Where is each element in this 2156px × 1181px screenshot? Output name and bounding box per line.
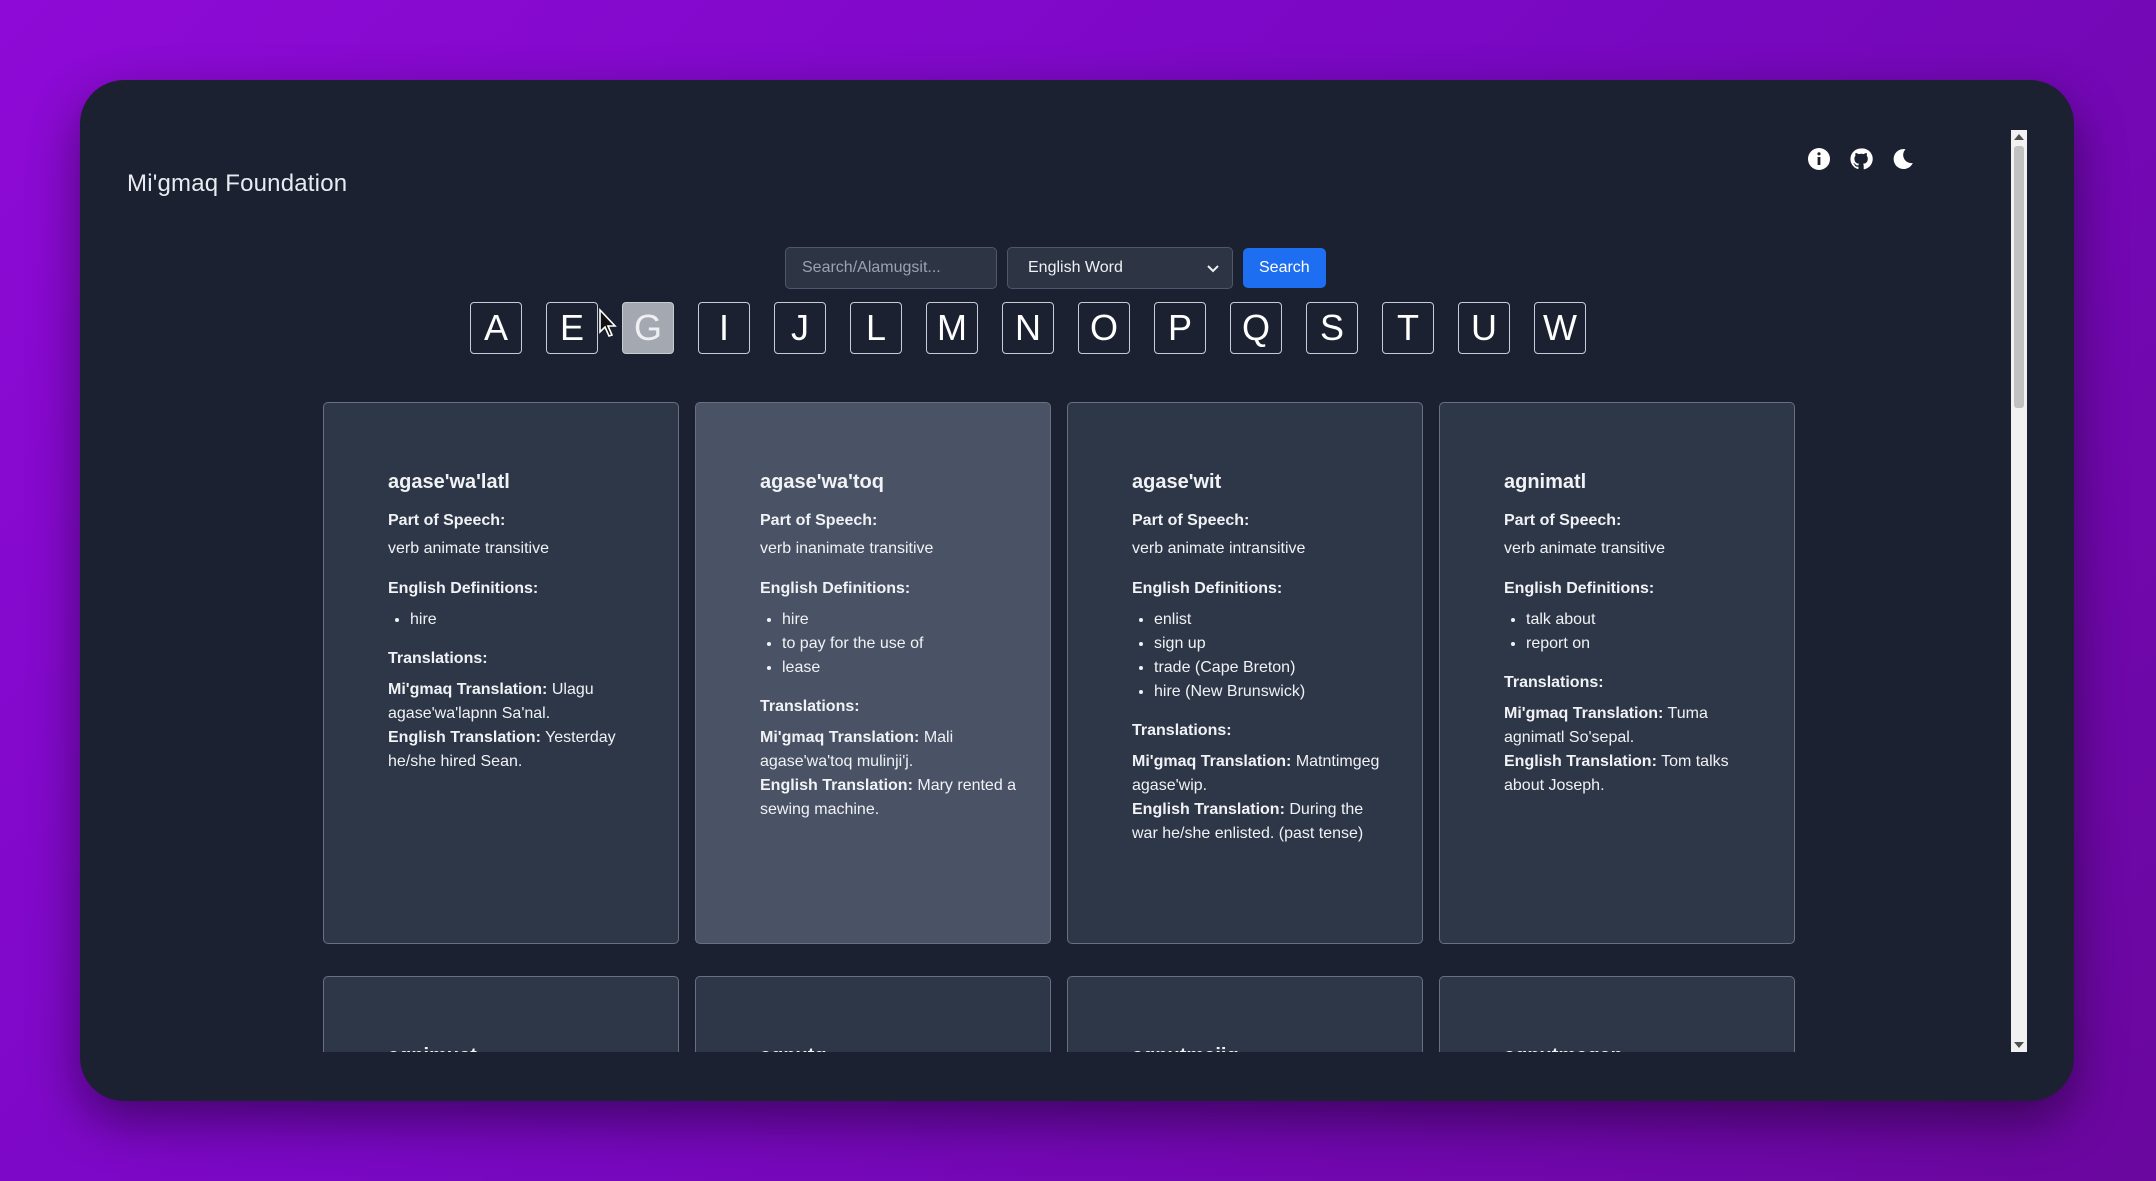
def-item: hire (New Brunswick) — [1154, 680, 1392, 704]
letter-button-o[interactable]: O — [1078, 302, 1130, 354]
letter-button-j[interactable]: J — [774, 302, 826, 354]
card-word: agase'wit — [1132, 471, 1222, 493]
defs-label: English Definitions: — [1132, 580, 1283, 597]
brand-title[interactable]: Mi'gmaq Foundation — [127, 170, 347, 198]
letter-button-w[interactable]: W — [1534, 302, 1586, 354]
def-item: report on — [1526, 632, 1764, 656]
def-item: to pay for the use of — [782, 632, 1020, 656]
english-label: English Translation: — [388, 729, 541, 746]
mouse-cursor-icon — [598, 307, 618, 343]
migmaq-label: Mi'gmaq Translation: — [1132, 753, 1292, 770]
page-viewport: Mi'gmaq Foundation English Word Search — [80, 130, 2010, 1052]
defs-list: hire to pay for the use of lease — [760, 608, 1020, 680]
search-input[interactable] — [785, 247, 997, 289]
translation-block: Mi'gmaq Translation: Ulagu agase'wa'lapn… — [388, 678, 648, 774]
letter-button-m[interactable]: M — [926, 302, 978, 354]
translations-label: Translations: — [760, 698, 860, 715]
letter-button-g[interactable]: G — [622, 302, 674, 354]
word-card[interactable]: agnutmajig — [1067, 976, 1423, 1052]
pos-value: verb inanimate transitive — [760, 540, 934, 557]
app-window: Mi'gmaq Foundation English Word Search — [80, 80, 2074, 1101]
letter-button-t[interactable]: T — [1382, 302, 1434, 354]
def-item: trade (Cape Breton) — [1154, 656, 1392, 680]
letter-button-p[interactable]: P — [1154, 302, 1206, 354]
defs-list: enlist sign up trade (Cape Breton) hire … — [1132, 608, 1392, 704]
word-card[interactable]: agnutg — [695, 976, 1051, 1052]
def-item: lease — [782, 656, 1020, 680]
letter-button-e[interactable]: E — [546, 302, 598, 354]
letter-button-u[interactable]: U — [1458, 302, 1510, 354]
alphabet-filter: A E G I J L M N O P Q S T U W — [470, 302, 1586, 354]
card-word: agase'wa'latl — [388, 471, 510, 493]
pos-value: verb animate transitive — [388, 540, 549, 557]
chevron-down-icon — [1206, 261, 1220, 280]
pos-value: verb animate transitive — [1504, 540, 1665, 557]
def-item: hire — [410, 608, 648, 632]
letter-button-l[interactable]: L — [850, 302, 902, 354]
letter-button-a[interactable]: A — [470, 302, 522, 354]
defs-label: English Definitions: — [388, 580, 539, 597]
info-icon[interactable] — [1806, 146, 1832, 172]
word-card[interactable]: agase'wa'toq Part of Speech: verb inanim… — [695, 402, 1051, 944]
word-card[interactable]: agnutmaqan — [1439, 976, 1795, 1052]
defs-list: hire — [388, 608, 648, 632]
card-word: agase'wa'toq — [760, 471, 884, 493]
letter-button-i[interactable]: I — [698, 302, 750, 354]
english-label: English Translation: — [760, 777, 913, 794]
pos-label: Part of Speech: — [388, 512, 506, 529]
translations-label: Translations: — [388, 650, 488, 667]
translation-block: Mi'gmaq Translation: Matntimgeg agase'wi… — [1132, 750, 1392, 846]
search-bar: English Word Search — [785, 247, 1326, 289]
migmaq-label: Mi'gmaq Translation: — [388, 681, 548, 698]
moon-icon[interactable] — [1890, 146, 1916, 172]
migmaq-label: Mi'gmaq Translation: — [1504, 705, 1664, 722]
migmaq-label: Mi'gmaq Translation: — [760, 729, 920, 746]
vertical-scrollbar[interactable] — [2011, 130, 2027, 1052]
translation-block: Mi'gmaq Translation: Mali agase'wa'toq m… — [760, 726, 1020, 822]
scrollbar-thumb[interactable] — [2014, 146, 2024, 408]
search-button[interactable]: Search — [1243, 248, 1326, 288]
pos-value: verb animate intransitive — [1132, 540, 1306, 557]
card-word: agnimatl — [1504, 471, 1587, 493]
defs-label: English Definitions: — [1504, 580, 1655, 597]
word-card[interactable]: agnimatl Part of Speech: verb animate tr… — [1439, 402, 1795, 944]
search-type-value: English Word — [1028, 259, 1123, 276]
card-word: agnutmaqan — [1504, 1045, 1764, 1052]
letter-button-q[interactable]: Q — [1230, 302, 1282, 354]
header-icons — [1806, 146, 1916, 172]
def-item: sign up — [1154, 632, 1392, 656]
english-label: English Translation: — [1504, 753, 1657, 770]
english-label: English Translation: — [1132, 801, 1285, 818]
letter-button-s[interactable]: S — [1306, 302, 1358, 354]
card-word: agnimuet — [388, 1045, 648, 1052]
def-item: hire — [782, 608, 1020, 632]
translation-block: Mi'gmaq Translation: Tuma agnimatl So'se… — [1504, 702, 1764, 798]
scroll-up-icon[interactable] — [2014, 134, 2024, 140]
card-word: agnutmajig — [1132, 1045, 1392, 1052]
def-item: talk about — [1526, 608, 1764, 632]
github-icon[interactable] — [1848, 146, 1874, 172]
def-item: enlist — [1154, 608, 1392, 632]
word-card[interactable]: agnimuet — [323, 976, 679, 1052]
defs-list: talk about report on — [1504, 608, 1764, 656]
pos-label: Part of Speech: — [1504, 512, 1622, 529]
search-type-select[interactable]: English Word — [1007, 247, 1233, 289]
scroll-down-icon[interactable] — [2014, 1042, 2024, 1048]
pos-label: Part of Speech: — [760, 512, 878, 529]
letter-button-n[interactable]: N — [1002, 302, 1054, 354]
defs-label: English Definitions: — [760, 580, 911, 597]
word-card[interactable]: agase'wit Part of Speech: verb animate i… — [1067, 402, 1423, 944]
word-card[interactable]: agase'wa'latl Part of Speech: verb anima… — [323, 402, 679, 944]
card-word: agnutg — [760, 1045, 1020, 1052]
translations-label: Translations: — [1504, 674, 1604, 691]
translations-label: Translations: — [1132, 722, 1232, 739]
pos-label: Part of Speech: — [1132, 512, 1250, 529]
